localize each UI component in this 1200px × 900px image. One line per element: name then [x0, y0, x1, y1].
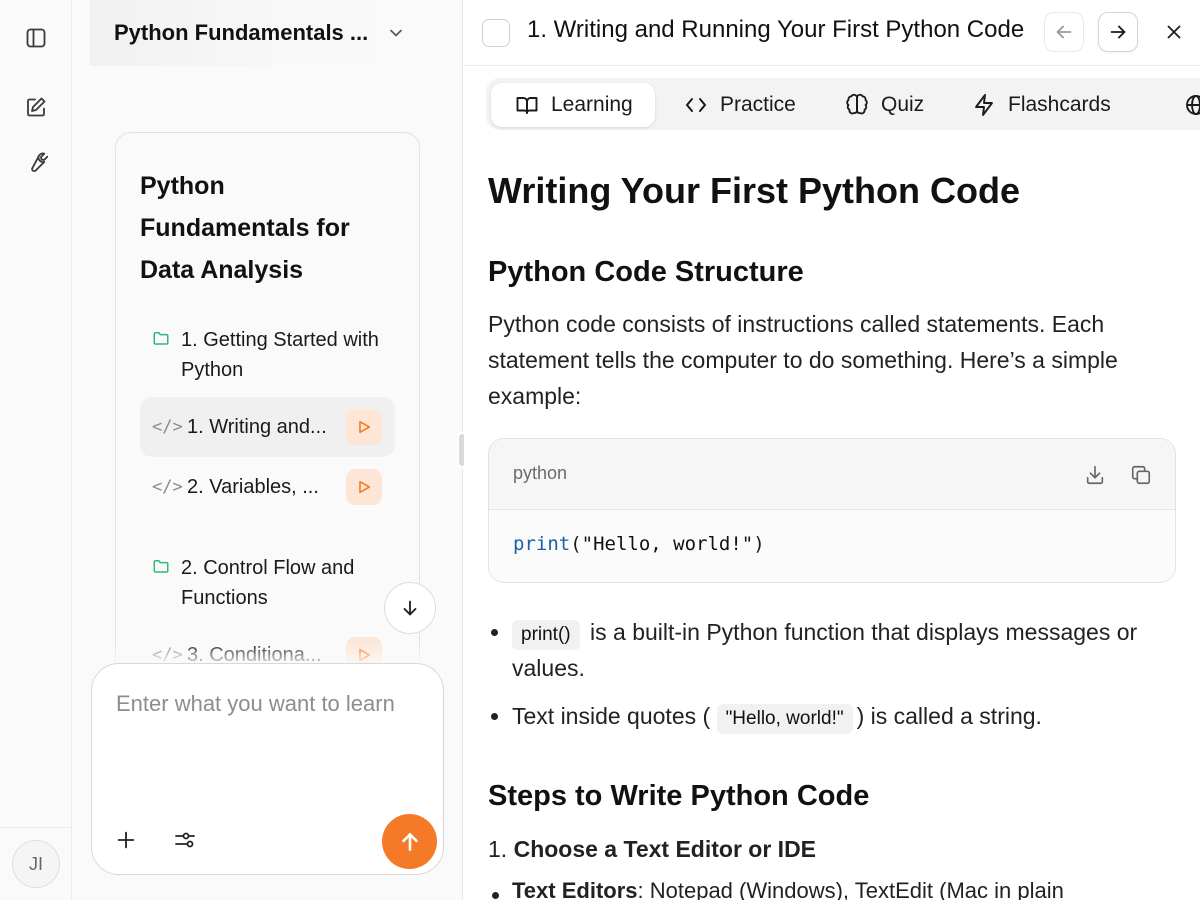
list-item: print() is a built-in Python function th…	[488, 614, 1178, 686]
module-item[interactable]: 1. Getting Started with Python	[152, 325, 386, 385]
lesson-label: 2. Variables, ...	[187, 475, 319, 498]
send-button[interactable]	[382, 814, 437, 869]
code-function-token: print	[513, 533, 571, 555]
folder-icon	[152, 557, 170, 580]
lesson-heading: Writing Your First Python Code	[488, 170, 1021, 211]
course-outline: Python Fundamentals for Data Analysis 1.…	[115, 132, 420, 692]
course-selector-title: Python Fundamentals ...	[114, 20, 369, 45]
code-paren-token: )	[753, 533, 765, 555]
tab-more[interactable]	[1160, 83, 1200, 127]
play-icon	[359, 648, 371, 662]
new-note-icon[interactable]	[20, 91, 52, 123]
list-item-text: Text inside quotes (	[512, 703, 717, 729]
outline-title: Python Fundamentals for Data Analysis	[140, 172, 350, 284]
tab-learning[interactable]: Learning	[491, 83, 655, 127]
substep-label: Text Editors	[512, 878, 638, 900]
chat-input-box	[91, 663, 444, 875]
zap-icon	[972, 93, 996, 117]
scroll-down-button[interactable]	[384, 582, 436, 634]
copy-icon[interactable]	[1129, 463, 1153, 487]
play-icon	[359, 480, 371, 494]
arrow-right-icon	[1110, 25, 1126, 39]
learn-input[interactable]	[116, 686, 416, 776]
inline-code: print()	[512, 620, 580, 650]
section-heading: Steps to Write Python Code	[488, 780, 870, 812]
folder-icon	[152, 329, 170, 352]
bullet-list: print() is a built-in Python function th…	[488, 614, 1178, 734]
list-item: Text Editors: Notepad (Windows), TextEdi…	[492, 878, 1064, 900]
code-icon: </>	[152, 477, 183, 497]
course-panel: Python Fundamentals ... Python Fundament…	[72, 0, 463, 900]
tab-label: Practice	[720, 93, 796, 116]
module-label: 1. Getting Started with Python	[181, 329, 379, 381]
list-item-text: ) is called a string.	[856, 703, 1042, 729]
tab-flashcards[interactable]: Flashcards	[948, 83, 1133, 127]
previous-lesson-button[interactable]	[1044, 12, 1084, 52]
list-item: Text inside quotes ( "Hello, world!") is…	[488, 698, 1178, 734]
inline-code: "Hello, world!"	[716, 704, 853, 734]
code-icon: </>	[152, 645, 183, 665]
next-lesson-button[interactable]	[1098, 12, 1138, 52]
code-paren-token: (	[570, 533, 582, 555]
sidebar-toggle-icon[interactable]	[20, 22, 52, 54]
list-item-text: is a built-in Python function that displ…	[512, 619, 1138, 681]
arrow-down-icon	[403, 600, 417, 616]
globe-icon	[1184, 93, 1200, 117]
lesson-item-active[interactable]: </> 1. Writing and...	[140, 397, 395, 457]
complete-checkbox[interactable]	[482, 19, 510, 47]
tab-practice[interactable]: Practice	[660, 83, 818, 127]
step-number: 1.	[488, 836, 514, 862]
rail-divider	[0, 827, 72, 828]
code-language: python	[513, 463, 568, 483]
lesson-item[interactable]: </> 2. Variables, ...	[140, 457, 395, 517]
code-content: print("Hello, world!")	[513, 533, 765, 555]
lesson-tabs: Learning Practice Quiz Flashcards	[486, 78, 1200, 130]
brain-icon	[845, 93, 869, 117]
chevron-down-icon	[386, 23, 406, 43]
lesson-pane: 1. Writing and Running Your First Python…	[464, 0, 1200, 900]
sliders-icon[interactable]	[171, 826, 199, 854]
section-paragraph: Python code consists of instructions cal…	[488, 311, 1118, 409]
left-rail: JI	[0, 0, 72, 900]
close-icon[interactable]	[1158, 16, 1190, 48]
lesson-topbar: 1. Writing and Running Your First Python…	[464, 0, 1200, 66]
download-icon[interactable]	[1083, 463, 1107, 487]
tab-quiz[interactable]: Quiz	[821, 83, 946, 127]
course-selector[interactable]: Python Fundamentals ...	[90, 0, 420, 66]
lesson-label: 1. Writing and...	[187, 415, 327, 438]
module-item[interactable]: 2. Control Flow and Functions	[152, 553, 386, 613]
code-string-token: "Hello, world!"	[581, 533, 754, 555]
arrow-up-icon	[401, 832, 418, 851]
code-block: python print("Hello, world!")	[488, 438, 1176, 583]
book-open-icon	[515, 93, 539, 117]
arrow-left-icon	[1056, 25, 1072, 39]
ordered-list-item: 1. Choose a Text Editor or IDE	[488, 836, 816, 863]
section-heading: Python Code Structure	[488, 256, 804, 288]
module-label: 2. Control Flow and Functions	[181, 557, 355, 609]
code-icon: </>	[152, 417, 183, 437]
avatar[interactable]: JI	[12, 840, 60, 888]
wrench-icon[interactable]	[20, 146, 52, 178]
code-icon	[684, 93, 708, 117]
tab-label: Quiz	[881, 93, 925, 116]
lesson-title: 1. Writing and Running Your First Python…	[527, 16, 1025, 43]
play-button[interactable]	[346, 409, 382, 445]
tab-label: Flashcards	[1008, 93, 1111, 116]
substep-text: : Notepad (Windows), TextEdit (Mac in pl…	[637, 878, 1064, 900]
step-label: Choose a Text Editor or IDE	[513, 836, 817, 862]
code-block-header: python	[489, 439, 1175, 510]
tab-label: Learning	[551, 93, 633, 116]
play-icon	[359, 420, 371, 434]
play-button[interactable]	[346, 469, 382, 505]
add-icon[interactable]	[112, 826, 140, 854]
